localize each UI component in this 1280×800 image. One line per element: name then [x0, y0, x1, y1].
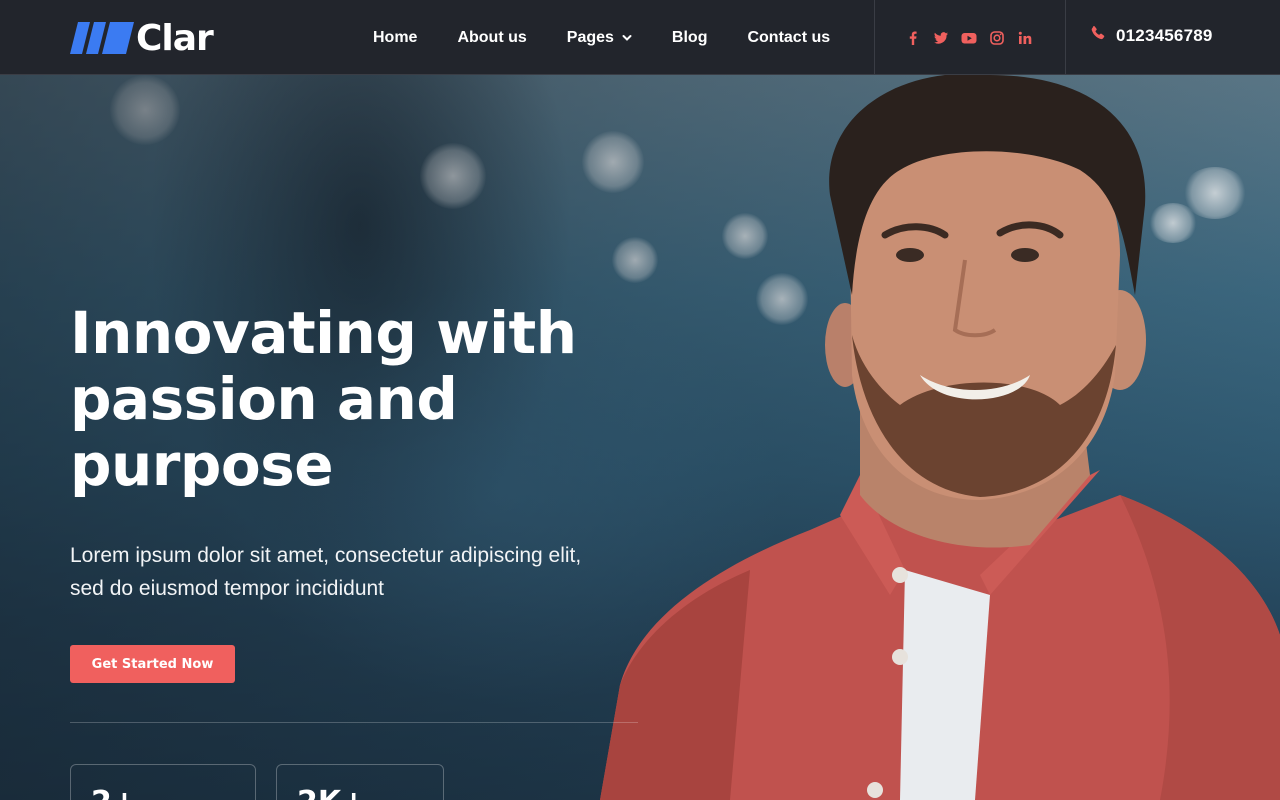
phone-number: 0123456789 — [1116, 26, 1213, 45]
site-header: Clar Home About us Pages Blog Contact us… — [0, 0, 1280, 75]
phone-contact[interactable]: 0123456789 — [1090, 0, 1213, 72]
logo-mark-icon — [70, 22, 134, 54]
stat-card: 2+ — [70, 764, 256, 800]
hero-headline-line: purpose — [70, 431, 334, 499]
hero-subtext-line: sed do eiusmod tempor incididunt — [70, 577, 385, 600]
nav-home-label: Home — [373, 28, 418, 46]
stat-value: 2+ — [91, 785, 137, 800]
nav-about-us[interactable]: About us — [457, 29, 526, 47]
stat-value: 2K+ — [297, 785, 366, 800]
linkedin-icon[interactable] — [1017, 30, 1033, 46]
hero-person-image — [600, 75, 1280, 800]
hero-subtext-line: Lorem ipsum dolor sit amet, consectetur … — [70, 544, 582, 567]
brand-name: Clar — [136, 17, 214, 59]
nav-contact-label: Contact us — [747, 28, 831, 46]
nav-blog-label: Blog — [671, 28, 708, 46]
nav-blog[interactable]: Blog — [672, 29, 708, 47]
nav-about-label: About us — [457, 28, 527, 46]
stat-card: 2K+ — [276, 764, 444, 800]
nav-pages-label: Pages — [566, 28, 614, 46]
instagram-icon[interactable] — [989, 30, 1005, 46]
header-divider — [874, 0, 875, 75]
logo[interactable]: Clar — [70, 17, 214, 59]
phone-icon — [1091, 26, 1105, 40]
twitter-icon[interactable] — [933, 30, 949, 46]
get-started-button[interactable]: Get Started Now — [70, 645, 235, 683]
hero-divider — [70, 722, 638, 723]
header-divider — [1065, 0, 1066, 75]
youtube-icon[interactable] — [961, 30, 977, 46]
nav-contact-us[interactable]: Contact us — [747, 29, 830, 47]
hero-headline-line: passion and — [70, 365, 458, 433]
hero-headline-line: Innovating with — [70, 299, 577, 367]
hero-headline: Innovating with passion and purpose — [70, 300, 630, 498]
hero-subtext: Lorem ipsum dolor sit amet, consectetur … — [70, 539, 630, 605]
nav-pages[interactable]: Pages — [567, 29, 632, 47]
social-links — [905, 0, 1033, 75]
chevron-down-icon — [622, 34, 632, 41]
main-nav: Home About us Pages Blog Contact us — [373, 0, 830, 75]
nav-home[interactable]: Home — [373, 29, 417, 47]
facebook-icon[interactable] — [905, 30, 921, 46]
